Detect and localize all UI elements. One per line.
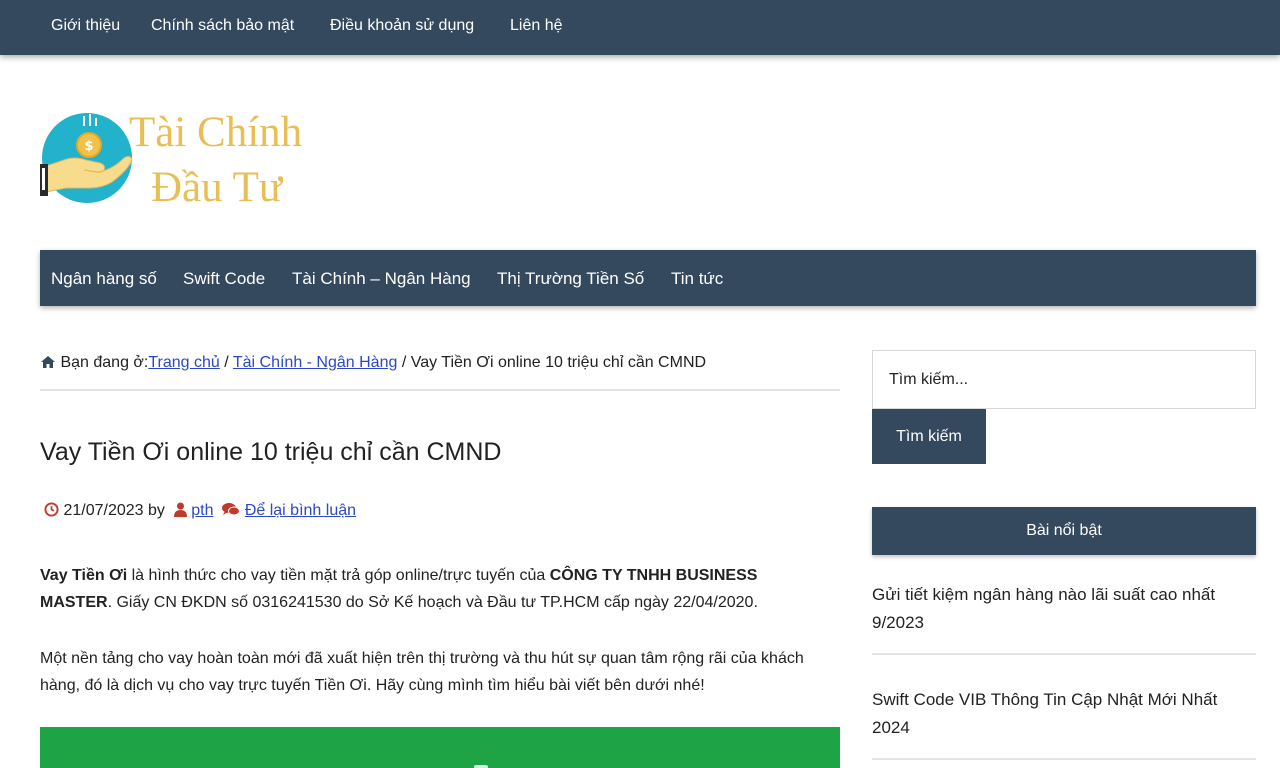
main-nav-item-ngan-hang-so[interactable]: Ngân hàng số [51, 269, 157, 289]
search-input[interactable] [872, 350, 1256, 409]
post-paragraph-2: Một nền tảng cho vay hoàn toàn mới đã xu… [40, 650, 804, 694]
post-p1-text: là hình thức cho vay tiền mặt trả góp on… [127, 567, 550, 584]
breadcrumb: Bạn đang ở:Trang chủ / Tài Chính - Ngân … [40, 354, 840, 391]
main-nav-item-thi-truong-tien-so[interactable]: Thị Trường Tiền Số [497, 269, 644, 289]
post-meta: 21/07/2023 by pth Để lại bình luận [44, 502, 356, 520]
top-nav-item-lien-he[interactable]: Liên hệ [510, 17, 563, 35]
post-title: Vay Tiền Ơi online 10 triệu chỉ cần CMND [40, 438, 502, 466]
logo-title-line2: Đầu Tư [151, 164, 283, 211]
breadcrumb-current: Vay Tiền Ơi online 10 triệu chỉ cần CMND [410, 354, 707, 371]
post-p1-bold-brand: Vay Tiền Ơi [40, 567, 128, 584]
breadcrumb-home-link[interactable]: Trang chủ [148, 354, 219, 371]
main-nav-item-swift-code[interactable]: Swift Code [183, 269, 265, 289]
hand-holding-coin-icon: $ [40, 113, 133, 203]
post-p1-text-tail: . Giấy CN ĐKDN số 0316241530 do Sở Kế ho… [107, 594, 758, 611]
top-nav-item-dieu-khoan-su-dung[interactable]: Điều khoản sử dụng [330, 17, 474, 35]
post-comment-link[interactable]: Để lại bình luận [245, 502, 356, 519]
featured-post-link[interactable]: Gửi tiết kiệm ngân hàng nào lãi suất cao… [872, 581, 1256, 637]
svg-text:$: $ [84, 139, 93, 154]
breadcrumb-prefix: Bạn đang ở: [60, 354, 149, 371]
top-nav-item-chinh-sach-bao-mat[interactable]: Chính sách bảo mật [151, 17, 294, 35]
post-date: 21/07/2023 [63, 502, 144, 519]
search-button[interactable]: Tìm kiếm [872, 409, 986, 464]
clock-icon [44, 502, 59, 517]
main-nav-bar: Ngân hàng số Swift Code Tài Chính – Ngân… [40, 250, 1256, 306]
post-by-label: by [147, 502, 165, 519]
top-nav-bar: Giới thiệu Chính sách bảo mật Điều khoản… [0, 0, 1280, 55]
breadcrumb-separator: / [219, 354, 233, 371]
main-nav-item-tai-chinh-ngan-hang[interactable]: Tài Chính – Ngân Hàng [292, 269, 471, 289]
sidebar-divider [872, 653, 1256, 655]
user-icon [173, 502, 187, 517]
logo-title-line1: Tài Chính [129, 109, 303, 156]
breadcrumb-category-link[interactable]: Tài Chính - Ngân Hàng [233, 354, 398, 371]
sidebar-divider [872, 758, 1256, 760]
post-paragraph-1: Vay Tiền Ơi là hình thức cho vay tiền mặ… [40, 562, 830, 616]
featured-posts-title: Bài nổi bật [872, 507, 1256, 555]
site-logo[interactable]: $ Tài Chính Đầu Tư [40, 108, 340, 213]
comments-icon [222, 503, 241, 516]
cta-green-box[interactable] [40, 727, 840, 768]
featured-post-link[interactable]: Swift Code VIB Thông Tin Cập Nhật Mới Nh… [872, 686, 1256, 742]
breadcrumb-separator: / [397, 354, 411, 371]
post-author-link[interactable]: pth [191, 502, 213, 519]
main-nav-item-tin-tuc[interactable]: Tin tức [671, 269, 723, 289]
home-icon [41, 356, 55, 368]
top-nav-item-gioi-thieu[interactable]: Giới thiệu [51, 17, 120, 35]
